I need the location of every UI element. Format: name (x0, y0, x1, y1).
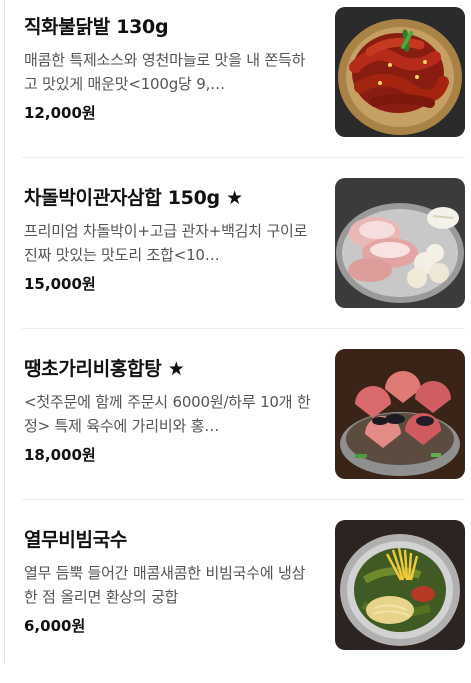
menu-item-price: 15,000원 (24, 275, 96, 293)
menu-item-info: 차돌박이관자삼합 150g ★ 프리미엄 차돌박이+고급 관자+백김치 구이로 … (24, 185, 316, 295)
menu-item-price: 18,000원 (24, 446, 96, 464)
brisket-scallop-platter-photo (335, 178, 465, 308)
menu-item-photo[interactable] (335, 520, 465, 650)
menu-item-description: 매콤한 특제소스와 영천마늘로 맛을 내 쫀득하고 맛있게 매운맛<100g당 … (24, 51, 306, 93)
menu-item-name: 땡초가리비홍합탕 ★ (24, 358, 185, 380)
menu-item-photo[interactable] (335, 349, 465, 479)
menu-item-info: 땡초가리비홍합탕 ★ <첫주문에 함께 주문시 6000원/하루 10개 한정>… (24, 356, 316, 466)
menu-item-brisket-scallop[interactable]: 차돌박이관자삼합 150g ★ 프리미엄 차돌박이+고급 관자+백김치 구이로 … (0, 171, 471, 341)
menu-divider (22, 328, 465, 329)
menu-item-price: 6,000원 (24, 617, 86, 635)
menu-item-name: 차돌박이관자삼합 150g ★ (24, 187, 243, 209)
menu-item-name: 직화불닭발 130g (24, 16, 169, 38)
menu-divider (22, 499, 465, 500)
menu-item-price: 12,000원 (24, 104, 96, 122)
menu-item-spicy-chicken-feet[interactable]: 직화불닭발 130g 매콤한 특제소스와 영천마늘로 맛을 내 쫀득하고 맛있게… (0, 0, 471, 170)
menu-item-description: 프리미엄 차돌박이+고급 관자+백김치 구이로 진짜 맛있는 맛도리 조합<10… (24, 222, 308, 264)
menu-item-name: 열무비빔국수 (24, 529, 128, 551)
menu-item-yeolmu-noodles[interactable]: 열무비빔국수 열무 듬뿍 들어간 매콤새콤한 비빔국수에 냉삼 한 점 올리면 … (0, 513, 471, 683)
menu-item-description: 열무 듬뿍 들어간 매콤새콤한 비빔국수에 냉삼 한 점 올리면 환상의 궁합 (24, 564, 306, 606)
menu-item-scallop-mussel-soup[interactable]: 땡초가리비홍합탕 ★ <첫주문에 함께 주문시 6000원/하루 10개 한정>… (0, 342, 471, 512)
menu-item-photo[interactable] (335, 178, 465, 308)
menu-item-description: <첫주문에 함께 주문시 6000원/하루 10개 한정> 특제 육수에 가리비… (24, 393, 311, 435)
menu-item-photo[interactable] (335, 7, 465, 137)
scallop-mussel-soup-photo (335, 349, 465, 479)
menu-item-info: 직화불닭발 130g 매콤한 특제소스와 영천마늘로 맛을 내 쫀득하고 맛있게… (24, 14, 316, 124)
menu-divider (22, 157, 465, 158)
yeolmu-bibim-noodles-photo (335, 520, 465, 650)
menu-item-info: 열무비빔국수 열무 듬뿍 들어간 매콤새콤한 비빔국수에 냉삼 한 점 올리면 … (24, 527, 316, 637)
spicy-chicken-feet-photo (335, 7, 465, 137)
